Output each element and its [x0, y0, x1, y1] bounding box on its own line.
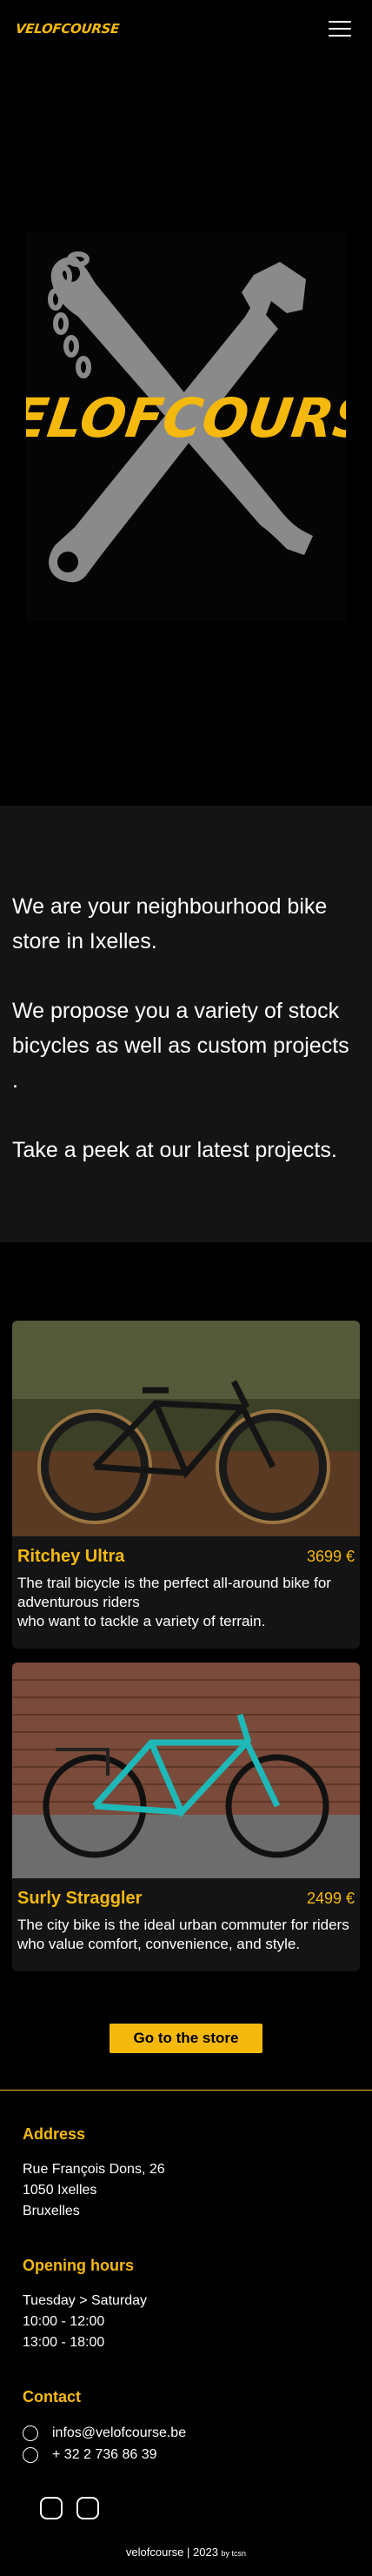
bike-photo-icon — [12, 1663, 360, 1878]
email-text: infos@velofcourse.be — [52, 2425, 187, 2440]
copyright-text: velofcourse | 2023 — [125, 2546, 218, 2559]
projects-section: Ritchey Ultra 3699 € The trail bicycle i… — [0, 1242, 372, 1971]
store-cta: Go to the store — [0, 1985, 372, 2090]
go-to-store-button[interactable]: Go to the store — [109, 2024, 263, 2053]
project-title: Ritchey Ultra — [17, 1547, 125, 1566]
project-card-header: Ritchey Ultra 3699 € — [17, 1547, 355, 1567]
site-footer: Address Rue François Dons, 26 1050 Ixell… — [0, 2090, 372, 2576]
site-header: VELOFCOURSE — [0, 0, 372, 57]
project-price: 3699 € — [306, 1548, 355, 1565]
copyright: velofcourse | 2023 by tcsn — [23, 2519, 349, 2559]
project-card[interactable]: Surly Straggler 2499 € The city bike is … — [12, 1663, 360, 1971]
phone-text: + 32 2 736 86 39 — [52, 2447, 157, 2462]
email-icon — [23, 2425, 38, 2441]
phone-icon — [23, 2446, 38, 2463]
hero-logo-artwork: VELOFCOURSE — [26, 231, 346, 621]
hours-line: 10:00 - 12:00 — [23, 2314, 105, 2329]
social-links — [23, 2492, 349, 2519]
contact-heading: Contact — [23, 2388, 81, 2405]
address-section: Address Rue François Dons, 26 1050 Ixell… — [23, 2125, 349, 2222]
email-link[interactable]: infos@velofcourse.be — [23, 2422, 349, 2444]
hero-section: VELOFCOURSE — [0, 57, 372, 806]
tools-logo-icon: VELOFCOURSE — [26, 251, 346, 583]
brand-logo[interactable]: VELOFCOURSE — [15, 21, 120, 37]
project-card[interactable]: Ritchey Ultra 3699 € The trail bicycle i… — [12, 1321, 360, 1649]
instagram-icon[interactable] — [40, 2497, 63, 2519]
hours-line: 13:00 - 18:00 — [23, 2335, 105, 2350]
project-description-line: The city bike is the ideal urban commute… — [17, 1917, 349, 1952]
hours-section: Opening hours Tuesday > Saturday 10:00 -… — [23, 2257, 349, 2353]
hero-logo-text: VELOFCOURSE — [26, 386, 346, 450]
menu-bar — [329, 28, 351, 30]
menu-bar — [329, 21, 351, 23]
address-heading: Address — [23, 2125, 86, 2143]
bike-photo-icon — [12, 1321, 360, 1536]
project-description: The city bike is the ideal urban commute… — [17, 1916, 355, 1954]
project-description-line: The trail bicycle is the perfect all-aro… — [17, 1575, 331, 1610]
intro-section: We are your neighbourhood bike store in … — [0, 806, 372, 1242]
project-card-body: Surly Straggler 2499 € The city bike is … — [12, 1878, 360, 1971]
intro-paragraph: Take a peek at our latest projects. — [12, 1138, 337, 1162]
intro-paragraph: We propose you a variety of stock bicycl… — [12, 999, 349, 1093]
hours-line: Tuesday > Saturday — [23, 2293, 148, 2308]
address-line: 1050 Ixelles — [23, 2183, 97, 2198]
project-card-header: Surly Straggler 2499 € — [17, 1889, 355, 1909]
hours-heading: Opening hours — [23, 2257, 134, 2274]
facebook-icon[interactable] — [76, 2497, 99, 2519]
project-image-surly — [12, 1663, 360, 1878]
menu-bar — [329, 35, 351, 37]
intro-paragraph: We are your neighbourhood bike store in … — [12, 894, 328, 953]
project-description-line: who want to tackle a variety of terrain. — [17, 1613, 266, 1629]
project-price: 2499 € — [306, 1890, 355, 1907]
project-image-ritchey — [12, 1321, 360, 1536]
project-card-body: Ritchey Ultra 3699 € The trail bicycle i… — [12, 1536, 360, 1649]
phone-link[interactable]: + 32 2 736 86 39 — [23, 2444, 349, 2466]
hamburger-icon[interactable] — [329, 21, 351, 37]
credit-text[interactable]: by tcsn — [222, 2549, 247, 2558]
project-title: Surly Straggler — [17, 1889, 143, 1908]
project-description: The trail bicycle is the perfect all-aro… — [17, 1574, 355, 1631]
address-line: Bruxelles — [23, 2204, 80, 2218]
address-line: Rue François Dons, 26 — [23, 2162, 165, 2177]
contact-section: Contact infos@velofcourse.be + 32 2 736 … — [23, 2388, 349, 2466]
